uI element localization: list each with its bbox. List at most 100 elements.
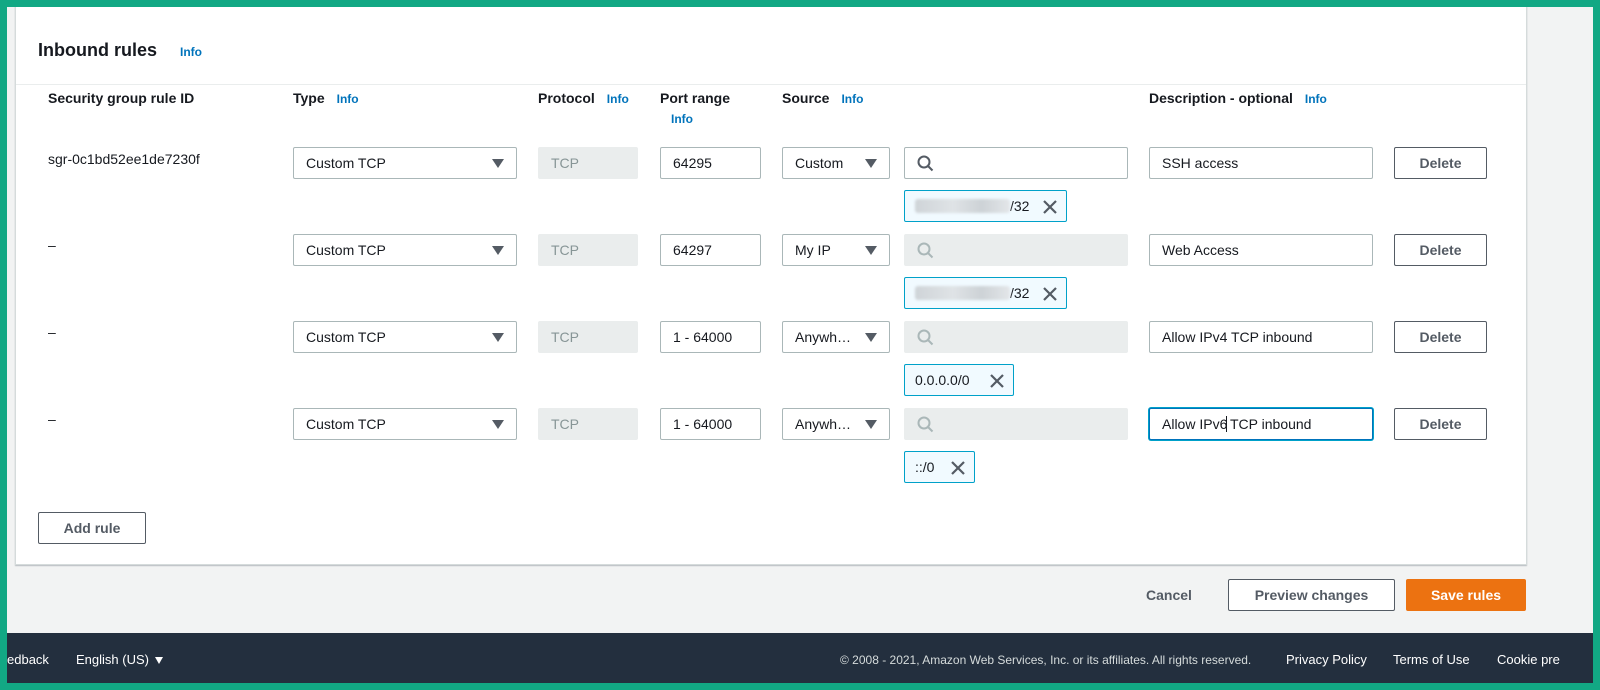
redacted-ip (915, 199, 1010, 213)
port-range-input[interactable]: 64297 (660, 234, 761, 266)
protocol-field: TCP (538, 234, 638, 266)
port-range-value: 64295 (673, 155, 712, 171)
source-search-input[interactable] (904, 147, 1128, 179)
source-select-value: My IP (795, 242, 831, 258)
source-token-label: 0.0.0.0/0 (915, 372, 970, 388)
panel-header: Inbound rules Info (16, 7, 1526, 85)
close-icon[interactable] (1042, 286, 1058, 302)
language-selector[interactable]: English (US) (76, 652, 163, 667)
source-token: /32 (904, 277, 1067, 309)
type-select[interactable]: Custom TCP (293, 408, 517, 440)
feedback-link[interactable]: edback (7, 652, 49, 667)
privacy-policy-link[interactable]: Privacy Policy (1286, 652, 1367, 667)
source-select[interactable]: Custom (782, 147, 890, 179)
col-header-port-label: Port range (660, 90, 731, 106)
panel-info-link[interactable]: Info (180, 45, 202, 59)
description-input[interactable]: Web Access (1149, 234, 1373, 266)
delete-button[interactable]: Delete (1394, 147, 1487, 179)
description-value-before-cursor: Allow IPv6 (1162, 416, 1228, 432)
source-search-input (904, 234, 1128, 266)
protocol-value: TCP (551, 155, 579, 171)
source-token-label: ::/0 (915, 459, 935, 475)
description-info-link[interactable]: Info (1305, 92, 1327, 106)
preview-changes-button[interactable]: Preview changes (1228, 579, 1395, 611)
protocol-value: TCP (551, 416, 579, 432)
port-range-value: 1 - 64000 (673, 329, 733, 345)
caret-down-icon (492, 246, 504, 255)
caret-down-icon (865, 246, 877, 255)
source-search-input (904, 321, 1128, 353)
search-icon (917, 329, 934, 346)
source-select[interactable]: My IP (782, 234, 890, 266)
close-icon[interactable] (1042, 199, 1058, 215)
col-header-type: Type Info (293, 90, 359, 106)
description-value: SSH access (1162, 155, 1239, 171)
source-select-value: Anywh… (795, 329, 852, 345)
rule-id: – (48, 411, 56, 427)
type-select[interactable]: Custom TCP (293, 234, 517, 266)
delete-button[interactable]: Delete (1394, 321, 1487, 353)
delete-button[interactable]: Delete (1394, 408, 1487, 440)
col-header-rule-id: Security group rule ID (48, 90, 194, 106)
cookie-preferences-link[interactable]: Cookie pre (1497, 652, 1560, 667)
source-select[interactable]: Anywh… (782, 408, 890, 440)
source-select[interactable]: Anywh… (782, 321, 890, 353)
close-icon[interactable] (950, 460, 966, 476)
app-frame: Inbound rules Info Security group rule I… (7, 7, 1593, 683)
caret-down-icon (154, 657, 163, 665)
protocol-field: TCP (538, 408, 638, 440)
source-token: ::/0 (904, 451, 975, 483)
description-value: Web Access (1162, 242, 1239, 258)
port-range-input[interactable]: 1 - 64000 (660, 321, 761, 353)
cancel-button[interactable]: Cancel (1129, 579, 1209, 611)
caret-down-icon (492, 333, 504, 342)
col-header-description: Description - optional Info (1149, 90, 1327, 106)
source-token: 0.0.0.0/0 (904, 364, 1014, 396)
source-token: /32 (904, 190, 1067, 222)
source-info-link[interactable]: Info (841, 92, 863, 106)
save-rules-button[interactable]: Save rules (1406, 579, 1526, 611)
source-search-input (904, 408, 1128, 440)
col-header-source-label: Source (782, 90, 830, 106)
search-icon (917, 242, 934, 259)
col-header-description-label: Description - optional (1149, 90, 1293, 106)
description-value-after-cursor: TCP inbound (1226, 416, 1312, 432)
description-value: Allow IPv4 TCP inbound (1162, 329, 1313, 345)
rule-id: sgr-0c1bd52ee1de7230f (48, 151, 200, 167)
close-icon[interactable] (989, 373, 1005, 389)
type-select-value: Custom TCP (306, 416, 386, 432)
search-icon (917, 416, 934, 433)
port-info-link[interactable]: Info (671, 112, 730, 126)
caret-down-icon (865, 420, 877, 429)
source-token-label: /32 (1010, 285, 1030, 301)
description-input[interactable]: Allow IPv6 TCP inbound (1149, 408, 1373, 440)
col-header-rule-id-label: Security group rule ID (48, 90, 195, 106)
col-header-protocol-label: Protocol (538, 90, 595, 106)
caret-down-icon (492, 420, 504, 429)
type-select-value: Custom TCP (306, 329, 386, 345)
type-select-value: Custom TCP (306, 242, 386, 258)
col-header-port-range: Port range Info (660, 90, 730, 126)
copyright-text: © 2008 - 2021, Amazon Web Services, Inc.… (840, 653, 1252, 667)
source-token-label: /32 (1010, 198, 1030, 214)
delete-button[interactable]: Delete (1394, 234, 1487, 266)
type-select[interactable]: Custom TCP (293, 321, 517, 353)
inbound-rules-panel: Inbound rules Info Security group rule I… (15, 7, 1527, 565)
type-info-link[interactable]: Info (337, 92, 359, 106)
terms-of-use-link[interactable]: Terms of Use (1393, 652, 1470, 667)
description-input[interactable]: Allow IPv4 TCP inbound (1149, 321, 1373, 353)
port-range-input[interactable]: 1 - 64000 (660, 408, 761, 440)
type-select[interactable]: Custom TCP (293, 147, 517, 179)
footer: edback English (US) © 2008 - 2021, Amazo… (7, 633, 1593, 683)
port-range-input[interactable]: 64295 (660, 147, 761, 179)
protocol-info-link[interactable]: Info (607, 92, 629, 106)
add-rule-button[interactable]: Add rule (38, 512, 146, 544)
port-range-value: 64297 (673, 242, 712, 258)
caret-down-icon (865, 333, 877, 342)
col-header-source: Source Info (782, 90, 863, 106)
redacted-ip (915, 286, 1010, 300)
description-input[interactable]: SSH access (1149, 147, 1373, 179)
protocol-value: TCP (551, 329, 579, 345)
protocol-field: TCP (538, 147, 638, 179)
rule-id: – (48, 237, 56, 253)
